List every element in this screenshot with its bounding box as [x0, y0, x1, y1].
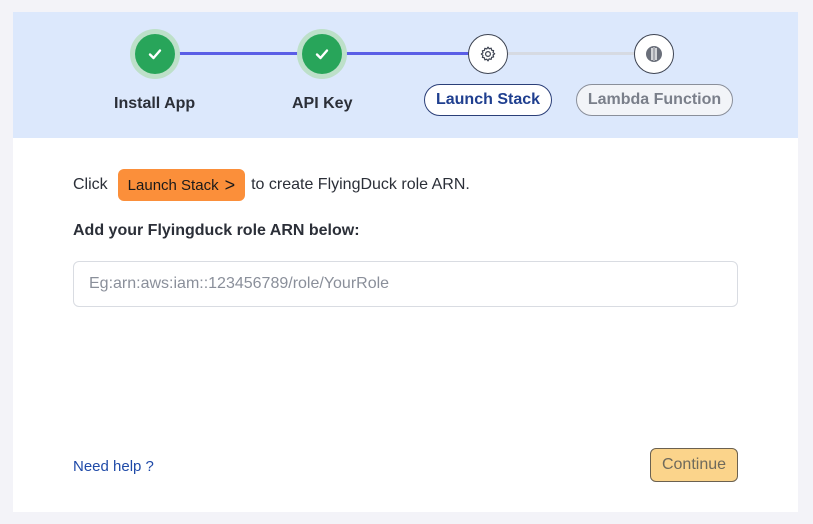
setup-panel: Install App API Key Launch Stack Lambda …: [13, 12, 798, 512]
step-api-key-circle: [302, 34, 342, 74]
lambda-icon: [646, 46, 662, 62]
launch-stack-button[interactable]: Launch Stack >: [117, 169, 246, 201]
instruction-prefix: Click: [73, 176, 108, 193]
step-lambda-function-circle[interactable]: [634, 34, 674, 74]
check-icon: [148, 49, 162, 60]
instruction-row: Click Launch Stack > to create FlyingDuc…: [73, 169, 470, 201]
step-install-app-label: Install App: [114, 95, 196, 112]
arn-input[interactable]: [73, 261, 738, 307]
launch-stack-button-label: Launch Stack: [127, 176, 219, 194]
step-launch-stack-circle[interactable]: [468, 34, 508, 74]
progress-line-3: [508, 52, 638, 55]
progress-line-2: [342, 52, 472, 55]
instruction-suffix: to create FlyingDuck role ARN.: [251, 176, 470, 193]
check-icon: [315, 49, 329, 60]
arn-field-label: Add your Flyingduck role ARN below:: [73, 222, 360, 239]
step-install-app-circle: [135, 34, 175, 74]
chevron-right-icon: >: [224, 175, 236, 195]
need-help-link[interactable]: Need help ?: [73, 458, 154, 475]
step-lambda-function-label[interactable]: Lambda Function: [576, 84, 733, 116]
step-api-key-label: API Key: [292, 95, 353, 112]
gear-icon: [480, 46, 496, 62]
progress-stepper: Install App API Key Launch Stack Lambda …: [13, 12, 798, 138]
step-launch-stack-label[interactable]: Launch Stack: [424, 84, 552, 116]
continue-button[interactable]: Continue: [650, 448, 738, 482]
